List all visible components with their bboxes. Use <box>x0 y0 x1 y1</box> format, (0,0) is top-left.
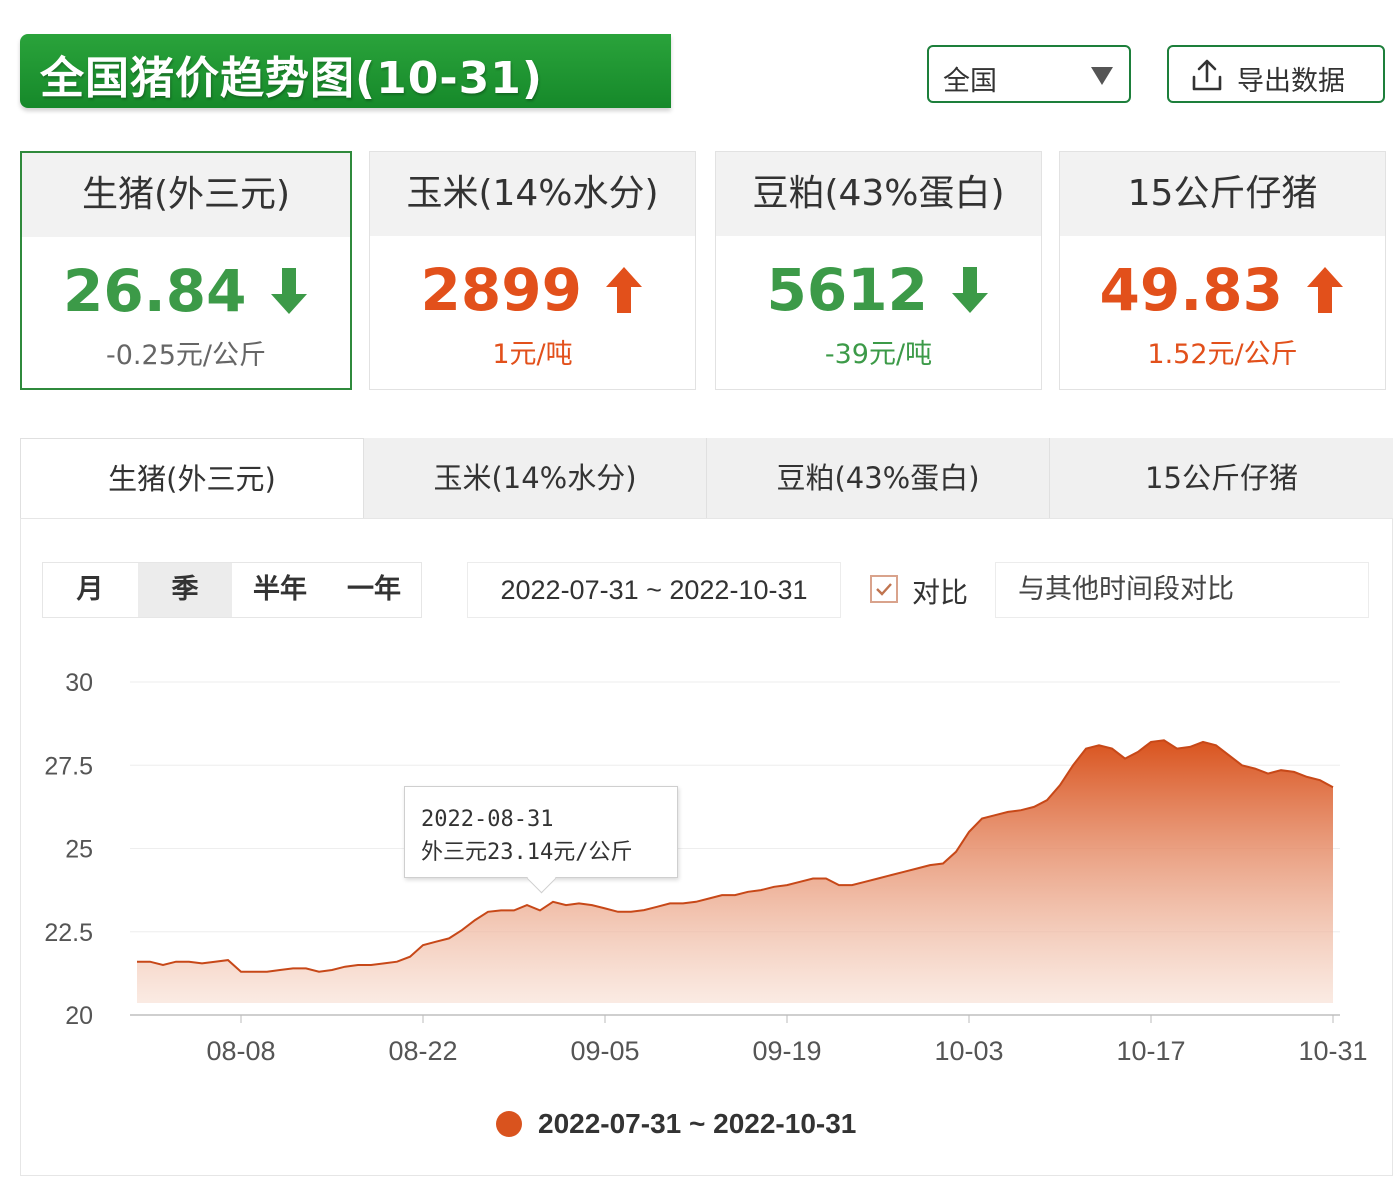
y-tick-label: 25 <box>65 836 93 864</box>
series-area <box>137 740 1333 1003</box>
x-tick-label: 10-31 <box>1298 1036 1367 1066</box>
y-tick-label: 27.5 <box>44 752 93 780</box>
x-tick-label: 09-05 <box>570 1036 639 1066</box>
x-tick-label: 09-19 <box>752 1036 821 1066</box>
chart-tooltip: 2022-08-31 外三元23.14元/公斤 <box>404 786 678 894</box>
y-tick-label: 20 <box>65 1002 93 1030</box>
y-tick-label: 30 <box>65 669 93 697</box>
x-tick-label: 10-03 <box>934 1036 1003 1066</box>
x-tick-label: 08-08 <box>206 1036 275 1066</box>
tooltip-value: 外三元23.14元/公斤 <box>421 840 633 865</box>
price-trend-chart: 30 27.5 25 22.5 20 08-08 08-22 09-05 09-19 10-03… <box>44 669 1367 1066</box>
legend-dot-icon <box>496 1111 522 1137</box>
y-tick-label: 22.5 <box>44 919 93 947</box>
legend-label: 2022-07-31 ~ 2022-10-31 <box>538 1108 857 1139</box>
tooltip-date: 2022-08-31 <box>421 807 554 832</box>
x-tick-label: 08-22 <box>388 1036 457 1066</box>
chart-legend[interactable]: 2022-07-31 ~ 2022-10-31 <box>496 1108 856 1148</box>
x-tick-label: 10-17 <box>1116 1036 1185 1066</box>
